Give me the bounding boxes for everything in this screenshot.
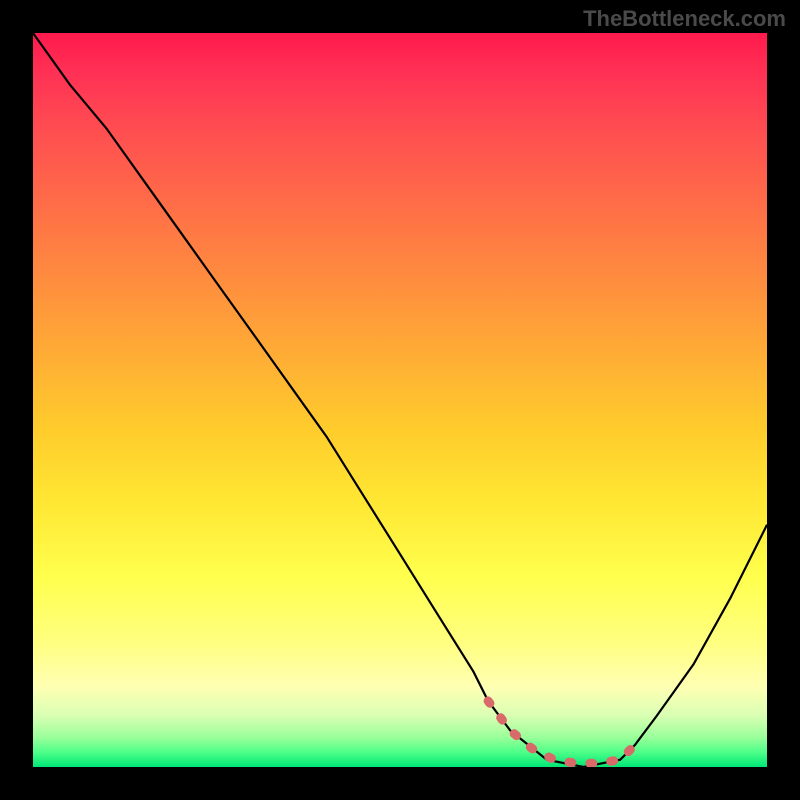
optimal-zone-highlight — [488, 701, 635, 763]
watermark-text: TheBottleneck.com — [583, 6, 786, 32]
chart-svg — [33, 33, 767, 767]
chart-plot-area — [33, 33, 767, 767]
bottleneck-curve — [33, 33, 767, 767]
